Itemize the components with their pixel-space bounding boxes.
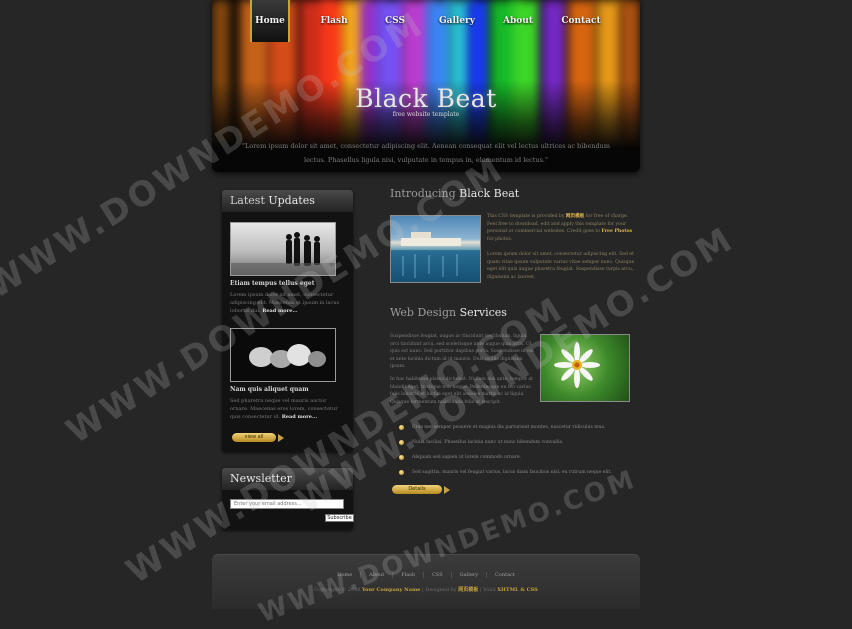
footer-nav-css[interactable]: CSS bbox=[424, 572, 452, 578]
update-thumbnail-chrome[interactable] bbox=[230, 328, 336, 382]
free-photos-link[interactable]: Free Photos bbox=[601, 229, 632, 234]
latest-updates-panel: Latest Updates Etiam tempus tellus eget … bbox=[222, 190, 353, 452]
nav-contact[interactable]: Contact bbox=[561, 0, 601, 42]
arrow-right-icon bbox=[444, 485, 450, 494]
nav-flash[interactable]: Flash bbox=[314, 0, 354, 42]
update-2-text: Sed pharetra neque vel mauris auctor orn… bbox=[230, 398, 338, 420]
main-nav: Home Flash CSS Gallery About Contact bbox=[212, 0, 640, 44]
footer-nav-home[interactable]: Home bbox=[329, 572, 362, 578]
validator-link[interactable]: XHTML & CSS bbox=[497, 587, 537, 593]
nav-home[interactable]: Home bbox=[250, 0, 290, 42]
introducing-heading: Introducing Black Beat bbox=[390, 187, 520, 200]
nav-about[interactable]: About bbox=[498, 0, 538, 42]
update-1-read-more-link[interactable]: Read more... bbox=[262, 308, 297, 314]
lagoon-photo bbox=[390, 215, 481, 283]
footer-nav-gallery[interactable]: Gallery bbox=[452, 572, 488, 578]
services-heading: Web Design Services bbox=[390, 306, 507, 319]
introducing-paragraph-2: Lorem ipsum dolor sit amet, consectetur … bbox=[487, 252, 635, 280]
update-thumbnail-people[interactable] bbox=[230, 222, 336, 276]
chrome-shapes-image bbox=[249, 344, 326, 368]
list-item: Cras nec semper posuere et magnis dis pa… bbox=[398, 420, 638, 435]
footer-nav-flash[interactable]: Flash bbox=[393, 572, 425, 578]
update-2-title[interactable]: Nam quis aliquet quam bbox=[230, 386, 309, 393]
header-intro-text: "Lorem ipsum dolor sit amet, consectetur… bbox=[241, 142, 611, 164]
footer-nav: Home About Flash CSS Gallery Contact bbox=[212, 572, 640, 578]
template-provider-link[interactable]: 网页模板 bbox=[566, 214, 584, 219]
designer-link[interactable]: 网页模板 bbox=[458, 587, 478, 593]
services-bullet-list: Cras nec semper posuere et magnis dis pa… bbox=[398, 420, 638, 480]
view-all-button[interactable]: view all bbox=[232, 433, 276, 442]
newsletter-panel: Newsletter Subscribe bbox=[222, 468, 354, 530]
page: Home Flash CSS Gallery About Contact Bla… bbox=[212, 0, 640, 609]
arrow-right-icon bbox=[278, 433, 284, 442]
site-tagline: free website template bbox=[392, 111, 460, 118]
copyright-text: Copyright © 2048 Your Company Name | Des… bbox=[314, 587, 538, 593]
list-item: Aliquam sed sapien ut lorem commodo orna… bbox=[398, 450, 638, 465]
footer: Home About Flash CSS Gallery Contact Copyrigh… bbox=[212, 554, 640, 609]
update-1-text: Lorem ipsum dolor sit amet, consectetur … bbox=[230, 292, 340, 314]
introducing-paragraph-1: This CSS template is provided by 网页模板 fo… bbox=[487, 214, 633, 242]
site-title: Black Beat bbox=[355, 84, 497, 113]
list-item: Nulla facilisi. Phasellus lacinia nunc u… bbox=[398, 435, 638, 450]
newsletter-email-input[interactable] bbox=[230, 499, 344, 509]
footer-nav-about[interactable]: About bbox=[361, 572, 394, 578]
details-button[interactable]: Details bbox=[392, 485, 442, 494]
daisy-flower-photo bbox=[540, 334, 630, 402]
newsletter-heading: Newsletter bbox=[222, 468, 353, 490]
services-paragraph-1: Suspendisse feugiat, augue ac tincidunt … bbox=[390, 334, 534, 370]
nav-css[interactable]: CSS bbox=[375, 0, 415, 42]
footer-nav-contact[interactable]: Contact bbox=[487, 572, 523, 578]
update-2-read-more-link[interactable]: Read more... bbox=[282, 414, 317, 420]
company-name-link[interactable]: Your Company Name bbox=[362, 587, 420, 593]
services-paragraph-2: In hac habitasse platea dictumst. Nullam… bbox=[390, 377, 533, 405]
list-item: Sed sagittis, mauris vel feugiat varius,… bbox=[398, 465, 638, 480]
subscribe-button[interactable]: Subscribe bbox=[325, 514, 354, 522]
people-silhouettes-image bbox=[231, 232, 335, 275]
nav-gallery[interactable]: Gallery bbox=[437, 0, 477, 42]
header-banner: Home Flash CSS Gallery About Contact Bla… bbox=[212, 0, 640, 172]
update-1-title[interactable]: Etiam tempus tellus eget bbox=[230, 280, 315, 287]
latest-updates-heading: Latest Updates bbox=[222, 190, 353, 212]
